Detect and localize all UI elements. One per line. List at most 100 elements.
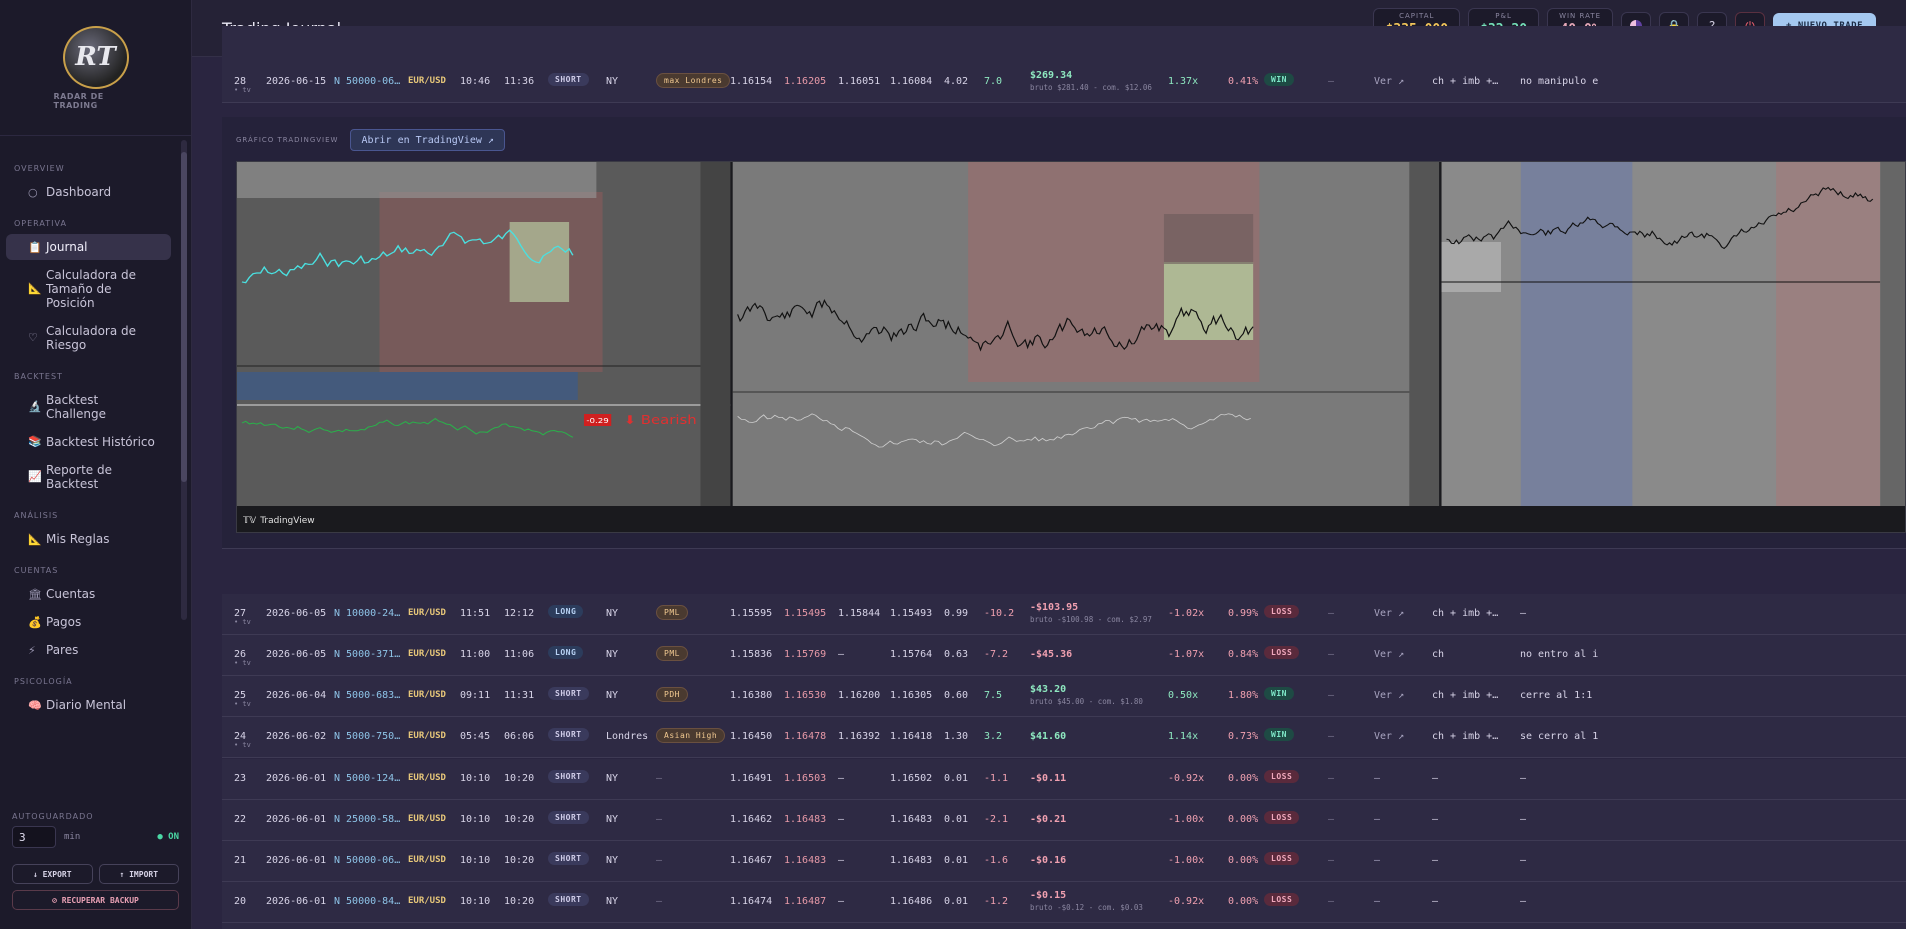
trade-entry: 1.15836	[730, 649, 773, 660]
export-button[interactable]: ↓ EXPORT	[12, 864, 93, 884]
sidebar-item-pagos[interactable]: 💰 Pagos	[6, 609, 171, 635]
trade-account[interactable]: N 5000-683…	[334, 690, 400, 701]
table-row[interactable]: 24 • tv 2026-06-02 N 5000-750… EUR/USD 05:45 0…	[222, 717, 1906, 758]
trade-result-pill: WIN	[1264, 728, 1294, 741]
circle-icon: ○	[28, 185, 38, 199]
restore-backup-button[interactable]: ⊘ RECUPERAR BACKUP	[12, 890, 179, 910]
sidebar-item-cuentas[interactable]: 🏛 Cuentas	[6, 581, 171, 607]
trade-entry: 1.16491	[730, 773, 773, 784]
trade-pair: EUR/USD	[408, 855, 446, 865]
trade-account[interactable]: N 5000-124…	[334, 773, 400, 784]
table-row[interactable]: 21 2026-06-01 N 50000-06… EUR/USD 10:10 10:20…	[222, 841, 1906, 882]
open-tradingview-button[interactable]: Abrir en TradingView ↗	[350, 129, 505, 151]
trade-close-time: 11:36	[504, 76, 535, 87]
import-button[interactable]: ↑ IMPORT	[98, 864, 179, 884]
trade-account[interactable]: N 25000-58…	[334, 814, 400, 825]
trade-date: 2026-06-05	[266, 649, 327, 660]
sidebar-scrollbar[interactable]	[181, 140, 187, 620]
trade-direction: SHORT	[548, 852, 589, 865]
trade-account[interactable]: N 5000-750…	[334, 731, 400, 742]
sidebar-item-dashboard[interactable]: ○ Dashboard	[6, 179, 171, 205]
trade-chart-link[interactable]: Ver ↗	[1374, 649, 1404, 660]
trade-tags: ch + imb +…	[1432, 608, 1499, 619]
table-row-partial[interactable]	[222, 26, 1906, 67]
sidebar-item-calculadora-de-tama-o-de-posici-n[interactable]: 📐 Calculadora de Tamaño de Posición	[6, 262, 171, 316]
sidebar-item-calculadora-de-riesgo[interactable]: ♡ Calculadora de Riesgo	[6, 318, 171, 358]
trade-direction-pill: SHORT	[548, 770, 589, 783]
trade-notes: no entro al i	[1520, 649, 1599, 660]
trade-risk: 0.99%	[1228, 608, 1259, 619]
table-row[interactable]: 26 • tv 2026-06-05 N 5000-371… EUR/USD 11:00 1…	[222, 635, 1906, 676]
table-row[interactable]: 20 2026-06-01 N 50000-84… EUR/USD 10:10 10:20…	[222, 882, 1906, 923]
logo[interactable]: RT RADAR DE TRADING	[0, 0, 191, 136]
trade-notes: —	[1520, 855, 1527, 866]
trade-direction-pill: LONG	[548, 605, 584, 618]
autosave-minutes-input[interactable]	[12, 826, 56, 848]
trade-id: 23	[234, 773, 247, 784]
trade-exit: 1.16483	[890, 814, 933, 825]
sidebar-item-label: Mis Reglas	[46, 532, 110, 546]
trade-pair: EUR/USD	[408, 773, 446, 783]
sidebar-item-label: Pares	[46, 643, 79, 657]
table-row[interactable]: 22 2026-06-01 N 25000-58… EUR/USD 10:10 10:20…	[222, 800, 1906, 841]
trade-pips: -10.2	[984, 608, 1015, 619]
ruler-icon: 📐	[28, 282, 42, 295]
trade-pips: 3.2	[984, 731, 1003, 742]
trade-risk: 0.00%	[1228, 814, 1259, 825]
table-row[interactable]: 23 2026-06-01 N 5000-124… EUR/USD 10:10 10:20…	[222, 759, 1906, 800]
chart-panel-label: GRÁFICO TRADINGVIEW	[236, 136, 339, 144]
tradingview-snapshot[interactable]: -0.29 ⬇ Bearish 𝕋𝕍 TradingView	[236, 161, 1906, 533]
trade-session: NY	[606, 690, 619, 701]
trade-account[interactable]: N 5000-371…	[334, 649, 400, 660]
trade-lots: 0.63	[944, 649, 969, 660]
sidebar-item-backtest-hist-rico[interactable]: 📚 Backtest Histórico	[6, 429, 171, 455]
trade-pair: EUR/USD	[408, 690, 446, 700]
table-row[interactable]: 192026-06-01N 5000-750…EUR/USD10:1010:20…	[222, 923, 1906, 929]
trade-chart-link[interactable]: Ver ↗	[1374, 731, 1404, 742]
sidebar-item-label: Calculadora de Riesgo	[46, 324, 137, 352]
trade-account[interactable]: N 50000-84…	[334, 896, 400, 907]
trade-open-time: 10:46	[460, 76, 491, 87]
main-area: Trading Journal CAPITAL $335.000 P&L $32…	[192, 0, 1906, 929]
trade-account[interactable]: N 10000-24…	[334, 608, 400, 619]
trade-setup-pill: PML	[656, 646, 688, 661]
trade-chart-link[interactable]: —	[1374, 773, 1380, 784]
trade-take-profit: 1.16392	[838, 731, 881, 742]
trade-extra: –	[1328, 731, 1335, 742]
sidebar-item-diario-mental[interactable]: 🧠 Diario Mental	[6, 692, 171, 718]
trade-result-pill: LOSS	[1264, 811, 1300, 824]
table-row[interactable]: 25 • tv 2026-06-04 N 5000-683… EUR/USD 09:11 1…	[222, 676, 1906, 717]
table-row[interactable]: 28 • tv 2026-06-15 N 50000-06… EUR/USD 10:46 1…	[222, 62, 1906, 103]
trade-chart-link[interactable]: Ver ↗	[1374, 76, 1404, 87]
trade-direction: SHORT	[548, 893, 589, 906]
trade-rr: -0.92x	[1168, 773, 1205, 784]
scrollbar-thumb[interactable]	[181, 152, 187, 482]
trade-take-profit: —	[838, 855, 845, 866]
trade-entry: 1.16450	[730, 731, 773, 742]
autosave-status[interactable]: ● ON	[157, 832, 179, 842]
sidebar-item-mis-reglas[interactable]: 📐 Mis Reglas	[6, 526, 171, 552]
trade-direction-pill: SHORT	[548, 73, 589, 86]
trade-direction: LONG	[548, 605, 584, 618]
trade-direction: SHORT	[548, 73, 589, 86]
sidebar-item-backtest-challenge[interactable]: 🔬 Backtest Challenge	[6, 387, 171, 427]
autosave-label: AUTOGUARDADO	[12, 812, 94, 821]
trade-chart-link[interactable]: Ver ↗	[1374, 608, 1404, 619]
sidebar-item-reporte-de-backtest[interactable]: 📈 Reporte de Backtest	[6, 457, 171, 497]
trade-chart-link[interactable]: —	[1374, 814, 1380, 825]
trade-stop-loss: 1.16530	[784, 690, 827, 701]
trade-account[interactable]: N 50000-06…	[334, 76, 400, 87]
trade-account[interactable]: N 50000-06…	[334, 855, 400, 866]
trade-pair: EUR/USD	[408, 896, 446, 906]
nav-section-label: CUENTAS	[14, 566, 59, 575]
tv-indicator: • tv	[234, 86, 251, 94]
trade-chart-link[interactable]: —	[1374, 896, 1380, 907]
nav-section-label: OPERATIVA	[14, 219, 67, 228]
sidebar-item-label: Diario Mental	[46, 698, 127, 712]
trade-lots: 0.01	[944, 814, 969, 825]
table-row[interactable]: 27 • tv 2026-06-05 N 10000-24… EUR/USD 11:51 1…	[222, 594, 1906, 635]
trade-chart-link[interactable]: Ver ↗	[1374, 690, 1404, 701]
trade-chart-link[interactable]: —	[1374, 855, 1380, 866]
sidebar-item-journal[interactable]: 📋 Journal	[6, 234, 171, 260]
sidebar-item-pares[interactable]: ⚡ Pares	[6, 637, 171, 663]
